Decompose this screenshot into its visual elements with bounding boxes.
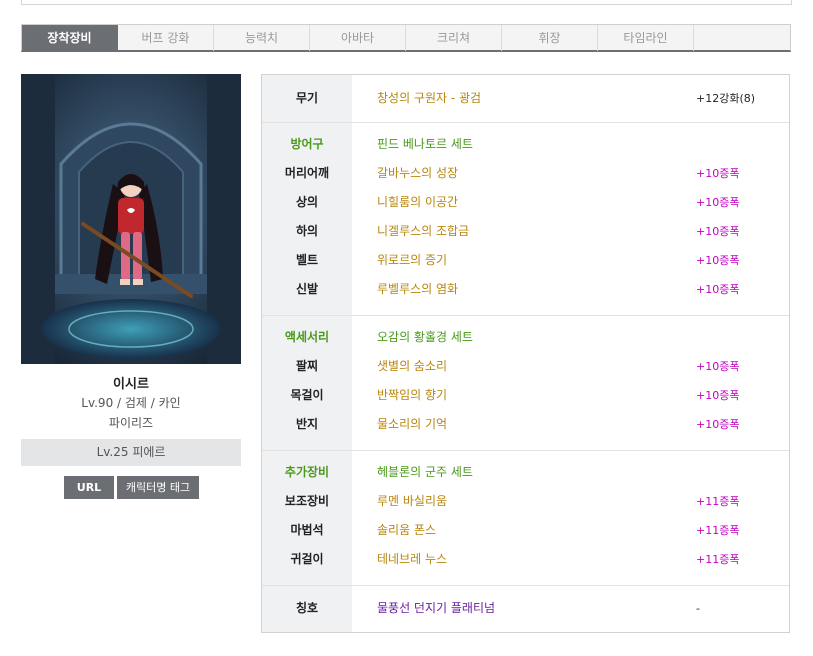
slot-label: 반지 [295,417,319,431]
item-name: 샛별의 숨소리 [377,359,448,373]
equip-row-shoulder[interactable]: 머리어깨 갈바누스의 성장 +10증폭 [262,159,789,188]
item-name: 테네브레 누스 [377,552,448,566]
item-name: 루벨루스의 염화 [377,282,459,296]
set-name: 오감의 황홀경 세트 [377,330,473,344]
slot-label: 보조장비 [284,494,330,508]
slot-label: 상의 [295,195,319,209]
equip-row-weapon[interactable]: 무기 창성의 구원자 - 광검 +12강화(8) [262,84,789,113]
enhance-level: +10증폭 [696,283,740,296]
top-panel [21,0,792,5]
slot-label: 머리어깨 [284,166,330,180]
equip-row-shoes[interactable]: 신발 루벨루스의 염화 +10증폭 [262,275,789,304]
equip-row-ring[interactable]: 반지 물소리의 기억 +10증폭 [262,410,789,439]
tab-bar: 장착장비 버프 강화 능력치 아바타 크리쳐 휘장 타임라인 [21,24,791,52]
item-name: 반짝임의 향기 [377,388,448,402]
equip-row-bottom[interactable]: 하의 니겔루스의 조합금 +10증폭 [262,217,789,246]
slot-label: 팔찌 [295,359,319,373]
item-name: 솔리움 폰스 [377,523,437,537]
equipment-panel: 무기 창성의 구원자 - 광검 +12강화(8) 방어구 핀드 베나토르 세트 … [261,74,790,633]
slot-label: 귀걸이 [290,552,324,566]
enhance-level: +10증폭 [696,418,740,431]
character-name: 이시르 [113,377,149,392]
enhance-level: +10증폭 [696,254,740,267]
special-set-row[interactable]: 추가장비 헤블론의 군주 세트 [262,458,789,487]
tab-buff-enhance[interactable]: 버프 강화 [118,25,214,51]
slot-label: 하의 [295,224,319,238]
enhance-level: +10증폭 [696,225,740,238]
slot-label: 목걸이 [290,388,324,402]
adventure-level: Lv.25 피에르 [21,439,241,466]
section-label: 액세서리 [284,330,330,344]
set-name: 헤블론의 군주 세트 [377,465,473,479]
character-image [21,74,241,364]
tab-equipment[interactable]: 장착장비 [22,25,118,51]
equip-row-top[interactable]: 상의 니힐룸의 이공간 +10증폭 [262,188,789,217]
slot-label: 마법석 [290,523,324,537]
slot-label: 벨트 [295,253,319,267]
divider [262,585,789,586]
section-label: 추가장비 [284,465,330,479]
character-tag-button[interactable]: 캐릭터명 태그 [117,476,199,499]
set-name: 핀드 베나토르 세트 [377,137,473,151]
equip-row-sub-weapon[interactable]: 보조장비 루멘 바실리움 +11증폭 [262,487,789,516]
divider [262,450,789,451]
enhance-level: +10증폭 [696,389,740,402]
enhance-level: - [696,602,700,615]
enhance-level: +12강화(8) [696,92,756,105]
divider [262,122,789,123]
divider [262,315,789,316]
enhance-level: +11증폭 [696,524,740,537]
item-name: 니겔루스의 조합금 [377,224,470,238]
tab-stats[interactable]: 능력치 [214,25,310,51]
item-name: 니힐룸의 이공간 [377,195,459,209]
section-label: 방어구 [290,137,324,151]
slot-label: 칭호 [295,601,319,615]
enhance-level: +11증폭 [696,495,740,508]
tab-timeline[interactable]: 타임라인 [598,25,694,51]
url-button[interactable]: URL [64,476,114,499]
tab-creature[interactable]: 크리쳐 [406,25,502,51]
enhance-level: +10증폭 [696,196,740,209]
accessory-set-row[interactable]: 액세서리 오감의 황홀경 세트 [262,323,789,352]
equip-row-title[interactable]: 칭호 물풍선 던지기 플래티넘 - [262,594,789,623]
character-guild: 파이리즈 [108,416,154,430]
slot-label: 신발 [295,282,319,296]
armor-set-row[interactable]: 방어구 핀드 베나토르 세트 [262,130,789,159]
enhance-level: +10증폭 [696,167,740,180]
equip-row-belt[interactable]: 벨트 위로르의 증기 +10증폭 [262,246,789,275]
item-name: 창성의 구원자 - 광검 [377,91,482,105]
equip-row-bracelet[interactable]: 팔찌 샛별의 숨소리 +10증폭 [262,352,789,381]
equip-row-magic-stone[interactable]: 마법석 솔리움 폰스 +11증폭 [262,516,789,545]
item-name: 갈바누스의 성장 [377,166,459,180]
enhance-level: +11증폭 [696,553,740,566]
item-name: 루멘 바실리움 [377,494,448,508]
character-info: Lv.90 / 검제 / 카인 [81,396,181,410]
enhance-level: +10증폭 [696,360,740,373]
equip-row-necklace[interactable]: 목걸이 반짝임의 향기 +10증폭 [262,381,789,410]
tab-avatar[interactable]: 아바타 [310,25,406,51]
item-name: 위로르의 증기 [377,253,448,267]
equip-row-earring[interactable]: 귀걸이 테네브레 누스 +11증폭 [262,545,789,574]
item-name: 물풍선 던지기 플래티넘 [377,601,496,615]
tab-insignia[interactable]: 휘장 [502,25,598,51]
item-name: 물소리의 기억 [377,417,448,431]
slot-label: 무기 [295,91,319,105]
